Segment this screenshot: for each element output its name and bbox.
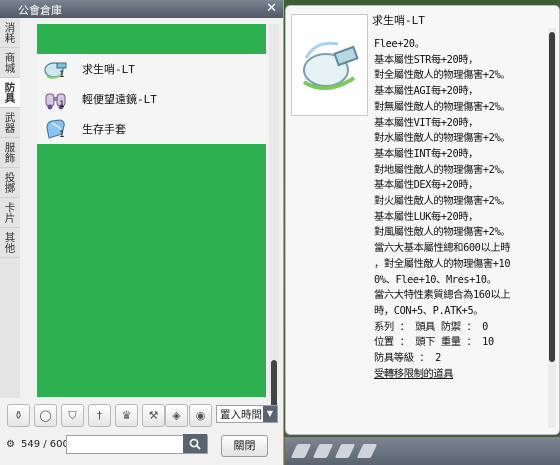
storage-title: 公會倉庫 <box>18 4 62 17</box>
desc-line: 對水屬性敵人的物理傷害+2%。 <box>374 132 511 145</box>
item-list: 1 求生哨-LT 1 輕便望遠鏡-LT 1 生存手套 <box>37 24 266 397</box>
tab-card[interactable]: 卡片 <box>0 198 20 228</box>
tab-other[interactable]: 其他 <box>0 228 20 258</box>
list-item[interactable]: 1 輕便望遠鏡-LT <box>37 84 266 114</box>
sort-select-value: 置入時間 <box>220 409 262 421</box>
search-input[interactable] <box>67 436 191 451</box>
desc-line: ，對全屬性敵人的物理傷害+10 <box>374 257 511 270</box>
item-illustration <box>291 14 368 116</box>
filter-bar: ⚱ ◯ ⛉ † ♛ ⚒ ◈ ◉ 置入時間 ▼ <box>2 404 282 428</box>
list-item[interactable]: 1 生存手套 <box>37 114 266 144</box>
capacity-value: 549 / 600 <box>20 439 69 450</box>
desc-line: 對地屬性敵人的物理傷害+2%。 <box>374 163 511 176</box>
guild-storage-window: 公會倉庫 ✕ 消耗 商城 防具 武器 服飾 投擲 卡片 其他 1 求生哨-LT <box>0 0 284 465</box>
description-scrollbar[interactable] <box>548 28 556 428</box>
page-tab-2-icon[interactable] <box>312 444 334 458</box>
item-description: Flee+20。 基本屬性STR每+20時， 對全屬性敵人的物理傷害+2%。 基… <box>374 37 550 382</box>
filter-costume-icon[interactable]: ♛ <box>115 404 138 427</box>
item-name: 輕便望遠鏡-LT <box>82 93 157 106</box>
item-name: 生存手套 <box>82 123 126 136</box>
description-scrollbar-thumb[interactable] <box>549 32 555 362</box>
tab-throwing[interactable]: 投擲 <box>0 168 20 198</box>
desc-line: 基本屬性VIT每+20時， <box>374 116 479 129</box>
desc-line: 0%、Flee+10、Mres+10。 <box>374 273 497 286</box>
desc-line: Flee+20。 <box>374 38 425 50</box>
storage-footer: ⚙ 549 / 600 關閉 <box>0 433 283 465</box>
item-name: 求生哨-LT <box>82 63 135 76</box>
tab-armor[interactable]: 防具 <box>0 78 20 108</box>
tab-cash-shop[interactable]: 商城 <box>0 48 20 78</box>
page-tab-4-icon[interactable] <box>356 444 378 458</box>
binoculars-icon: 1 <box>43 86 69 112</box>
tab-costume[interactable]: 服飾 <box>0 138 20 168</box>
storage-bag-icon: ⚙ <box>6 439 15 450</box>
item-list-rows: 1 求生哨-LT 1 輕便望遠鏡-LT 1 生存手套 <box>37 54 266 144</box>
transfer-restriction-link[interactable]: 受轉移限制的道具 <box>374 367 550 383</box>
desc-line: 基本屬性LUK每+20時， <box>374 210 479 223</box>
tooltip-footer <box>285 437 560 465</box>
item-count: 1 <box>59 130 65 140</box>
search-icon <box>189 438 201 450</box>
filter-shield-icon[interactable]: ⛉ <box>61 404 84 427</box>
desc-line: 防具等級 ： 2 <box>374 352 441 365</box>
desc-line: 基本屬性STR每+20時， <box>374 53 479 66</box>
filter-tool-icon[interactable]: ⚒ <box>142 404 165 427</box>
desc-line: 對火屬性敵人的物理傷害+2%。 <box>374 195 511 208</box>
desc-line: 對全屬性敵人的物理傷害+2%。 <box>374 69 511 82</box>
item-title: 求生哨-LT <box>372 14 425 27</box>
close-button[interactable]: 關閉 <box>221 435 268 457</box>
close-icon[interactable]: ✕ <box>266 1 277 16</box>
item-count: 1 <box>59 100 65 110</box>
filter-potion-icon[interactable]: ⚱ <box>7 404 30 427</box>
tab-weapon[interactable]: 武器 <box>0 108 20 138</box>
desc-line: 基本屬性DEX每+20時， <box>374 179 479 192</box>
tab-consumable[interactable]: 消耗 <box>0 18 20 48</box>
filter-ring-icon[interactable]: ◯ <box>34 404 57 427</box>
item-description-window: 求生哨-LT Flee+20。 基本屬性STR每+20時， 對全屬性敵人的物理傷… <box>285 5 560 435</box>
category-tabs: 消耗 商城 防具 武器 服飾 投擲 卡片 其他 <box>0 18 20 398</box>
desc-line: 時，CON+5、P.ATK+5。 <box>374 304 484 317</box>
desc-line: 位置 ： 頭下 重量 ： 10 <box>374 336 494 349</box>
storage-titlebar[interactable]: 公會倉庫 ✕ <box>0 0 283 18</box>
desc-line: 基本屬性AGI每+20時， <box>374 85 479 98</box>
storage-capacity: ⚙ 549 / 600 <box>6 439 69 450</box>
whistle-icon: 1 <box>43 56 69 82</box>
desc-line: 當六大基本屬性總和600以上時 <box>374 242 511 255</box>
search-button[interactable] <box>183 434 207 453</box>
glove-icon: 1 <box>43 116 69 142</box>
desc-line: 系列 ： 頭具 防禦 ： 0 <box>374 320 488 333</box>
list-item[interactable]: 1 求生哨-LT <box>37 54 266 84</box>
page-tab-1-icon[interactable] <box>290 444 312 458</box>
item-count: 1 <box>59 70 65 80</box>
whistle-illustration-icon <box>302 41 359 90</box>
filter-card-icon[interactable]: ◈ <box>165 404 188 427</box>
desc-line: 基本屬性INT每+20時， <box>374 147 479 160</box>
filter-sword-icon[interactable]: † <box>88 404 111 427</box>
item-list-scrollbar[interactable] <box>269 24 279 416</box>
chevron-down-icon: ▼ <box>263 406 277 422</box>
filter-misc-icon[interactable]: ◉ <box>189 404 212 427</box>
desc-line: 對無屬性敵人的物理傷害+2%。 <box>374 100 511 113</box>
desc-line: 當六大特性素質總合為160以上 <box>374 289 511 302</box>
sort-select[interactable]: 置入時間 ▼ <box>216 405 278 423</box>
desc-line: 對風屬性敵人的物理傷害+2%。 <box>374 226 511 239</box>
page-tab-3-icon[interactable] <box>334 444 356 458</box>
